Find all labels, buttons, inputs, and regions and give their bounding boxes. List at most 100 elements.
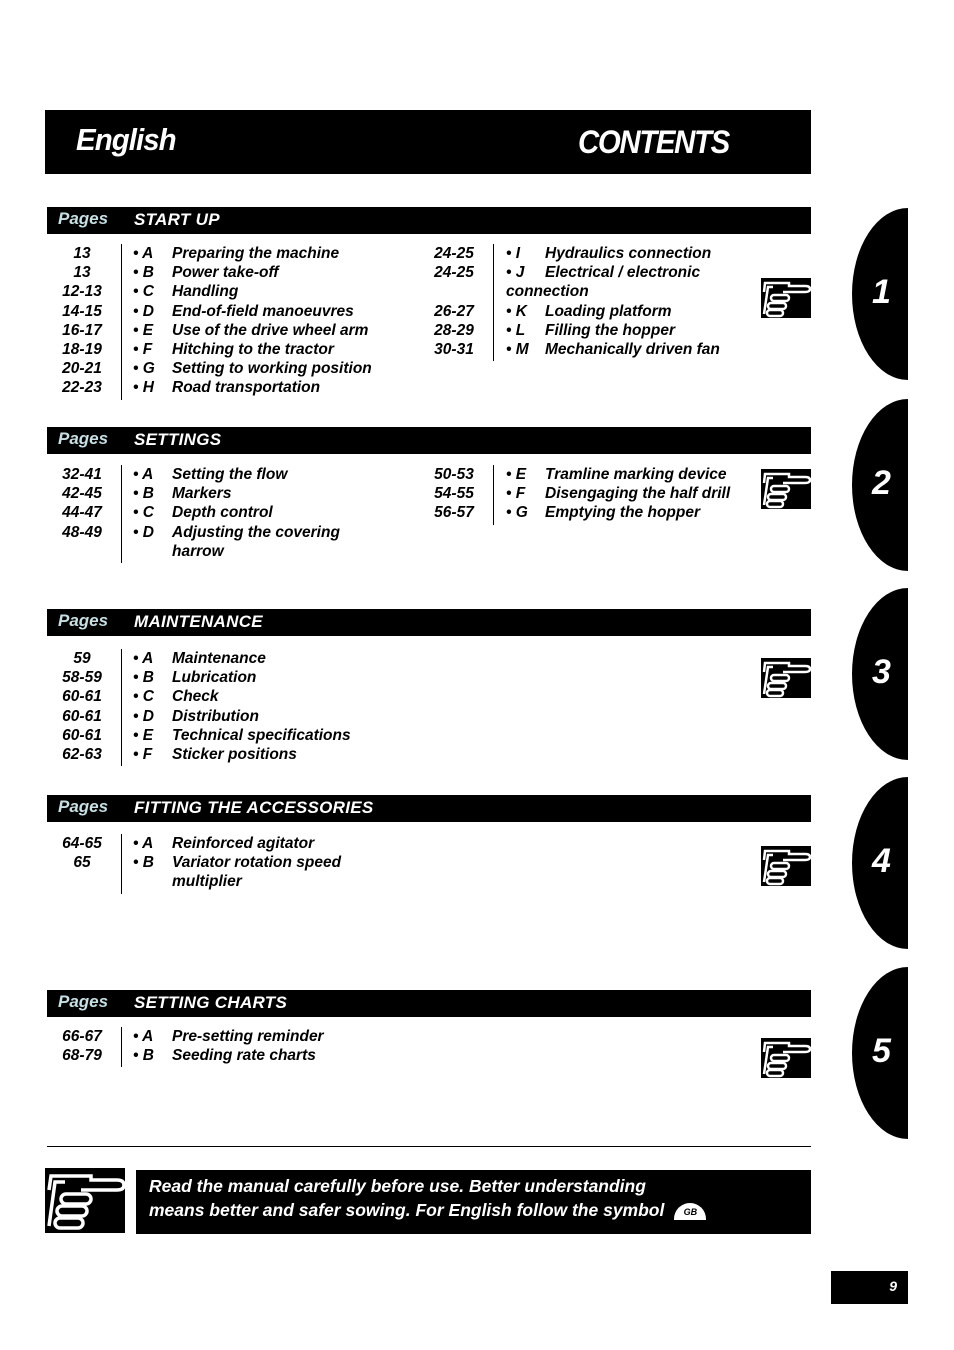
toc-entry[interactable]: 24-25 • J Electrical / electronic xyxy=(0,263,800,282)
entry-pages: 68-79 xyxy=(62,1047,102,1065)
entry-label[interactable]: Emptying the hopper xyxy=(545,503,700,522)
column-divider xyxy=(493,244,494,362)
entry-label[interactable]: Reinforced agitator xyxy=(172,834,314,853)
entry-letter: • L xyxy=(506,321,526,339)
divider xyxy=(47,1146,811,1147)
entry-label[interactable]: Distribution xyxy=(172,707,259,726)
entry-label[interactable]: Variator rotation speed xyxy=(172,853,341,872)
section-header: Pages FITTING THE ACCESSORIES xyxy=(47,795,811,822)
entry-pages: 24-25 xyxy=(434,264,474,282)
entry-pages: 65 xyxy=(73,854,91,872)
entry-label[interactable]: Handling xyxy=(172,282,238,301)
entry-letter: • B xyxy=(133,854,154,872)
entry-pages: 66-67 xyxy=(62,1028,102,1045)
entry-pages: 20-21 xyxy=(62,360,102,378)
section-header: Pages START UP xyxy=(47,207,811,234)
toc-entry[interactable]: 64-65 • A Reinforced agitator xyxy=(0,834,800,853)
section-tab-4[interactable]: 4 xyxy=(852,777,908,949)
pages-label: Pages xyxy=(58,797,109,816)
entry-letter: • K xyxy=(506,302,527,320)
section-tab-number: 4 xyxy=(872,842,891,880)
entry-label[interactable]: Disengaging the half drill xyxy=(545,484,730,503)
notice-line-2: means better and safer sowing. For Engli… xyxy=(149,1200,707,1221)
section-title[interactable]: FITTING THE ACCESSORIES xyxy=(134,798,374,818)
pointing-hand-icon xyxy=(45,1168,125,1233)
entry-label[interactable]: Filling the hopper xyxy=(545,321,675,340)
toc-entry[interactable]: 28-29 • L Filling the hopper xyxy=(0,321,800,340)
column-divider xyxy=(121,1027,122,1068)
section-header: Pages SETTING CHARTS xyxy=(47,990,811,1017)
section-tab-1[interactable]: 1 xyxy=(852,208,908,380)
entry-label[interactable]: Road transportation xyxy=(172,378,320,397)
entry-pages: 62-63 xyxy=(62,746,102,763)
entry-label-continuation: connection xyxy=(506,283,589,301)
entry-pages: 59 xyxy=(73,650,91,667)
toc-entry[interactable]: 68-79 • B Seeding rate charts xyxy=(0,1046,800,1065)
entry-label-continuation: multiplier xyxy=(172,873,242,891)
entry-pages: 48-49 xyxy=(62,523,102,541)
entry-letter: • C xyxy=(133,283,154,301)
entry-pages: 64-65 xyxy=(62,835,102,852)
title-bar: English CONTENTS xyxy=(45,110,811,174)
entry-label[interactable]: Loading platform xyxy=(545,302,672,321)
toc-entry[interactable]: 30-31 • M Mechanically driven fan xyxy=(0,340,800,359)
toc-entry[interactable]: 50-53 • E Tramline marking device xyxy=(0,465,800,484)
contents-title: CONTENTS xyxy=(578,124,730,160)
pages-label: Pages xyxy=(58,992,109,1011)
column-divider xyxy=(121,649,122,767)
entry-letter: • B xyxy=(133,1047,154,1065)
toc-entry[interactable]: 58-59 • B Lubrication xyxy=(0,668,800,687)
entry-pages: 22-23 xyxy=(62,379,102,397)
entry-pages: 60-61 xyxy=(62,688,102,706)
toc-entry[interactable]: 59 • A Maintenance xyxy=(0,649,800,668)
pages-label: Pages xyxy=(58,429,109,448)
toc-entry[interactable]: 20-21 • G Setting to working position xyxy=(0,359,800,378)
section-tab-number: 1 xyxy=(872,273,891,311)
section-tab-3[interactable]: 3 xyxy=(852,588,908,760)
entry-label[interactable]: Tramline marking device xyxy=(545,465,727,484)
entry-label[interactable]: Seeding rate charts xyxy=(172,1046,316,1065)
entry-label[interactable]: Pre-setting reminder xyxy=(172,1027,324,1046)
entry-letter: • G xyxy=(133,360,155,378)
entry-pages: 58-59 xyxy=(62,669,102,687)
section-tab-2[interactable]: 2 xyxy=(852,399,908,571)
section-title[interactable]: SETTINGS xyxy=(134,430,221,450)
entry-label[interactable]: Technical specifications xyxy=(172,726,351,745)
entry-letter: • M xyxy=(506,341,529,358)
entry-label[interactable]: Setting to working position xyxy=(172,359,372,378)
toc-entry[interactable]: 62-63 • F Sticker positions xyxy=(0,745,800,764)
toc-entry[interactable]: 60-61 • E Technical specifications xyxy=(0,726,800,745)
entry-label[interactable]: Maintenance xyxy=(172,649,266,668)
entry-label[interactable]: Sticker positions xyxy=(172,745,297,764)
section-title[interactable]: SETTING CHARTS xyxy=(134,993,287,1013)
entry-label[interactable]: Mechanically driven fan xyxy=(545,340,720,359)
section-header: Pages SETTINGS xyxy=(47,427,811,454)
toc-entry[interactable]: 24-25 • I Hydraulics connection xyxy=(0,244,800,263)
entry-label[interactable]: Lubrication xyxy=(172,668,256,687)
entry-label[interactable]: Hydraulics connection xyxy=(545,244,711,263)
toc-entry[interactable]: 66-67 • A Pre-setting reminder xyxy=(0,1027,800,1046)
toc-entry[interactable]: 12-13 • C Handling xyxy=(0,282,800,301)
toc-entry[interactable]: 48-49 • D Adjusting the covering xyxy=(0,523,800,542)
section-tab-5[interactable]: 5 xyxy=(852,967,908,1139)
entry-pages: 24-25 xyxy=(434,245,474,262)
section-title[interactable]: MAINTENANCE xyxy=(134,612,263,632)
toc-entry[interactable]: 60-61 • C Check xyxy=(0,687,800,706)
toc-entry[interactable]: 60-61 • D Distribution xyxy=(0,707,800,726)
entry-label[interactable]: Adjusting the covering xyxy=(172,523,340,542)
entry-label[interactable]: Check xyxy=(172,687,219,706)
entry-pages: 28-29 xyxy=(434,321,474,339)
pages-label: Pages xyxy=(58,611,109,630)
entry-letter: • A xyxy=(133,835,154,852)
toc-entry[interactable]: 26-27 • K Loading platform xyxy=(0,302,800,321)
entry-letter: • A xyxy=(133,1028,154,1045)
toc-entry[interactable]: 65 • B Variator rotation speed xyxy=(0,853,800,872)
entry-letter: • C xyxy=(133,688,154,706)
toc-entry[interactable]: 22-23 • H Road transportation xyxy=(0,378,800,397)
entry-pages: 54-55 xyxy=(434,485,474,503)
section-title[interactable]: START UP xyxy=(134,210,220,230)
entry-label[interactable]: Electrical / electronic xyxy=(545,263,700,282)
entry-letter: • B xyxy=(133,669,154,687)
toc-entry[interactable]: 56-57 • G Emptying the hopper xyxy=(0,503,800,522)
toc-entry[interactable]: 54-55 • F Disengaging the half drill xyxy=(0,484,800,503)
